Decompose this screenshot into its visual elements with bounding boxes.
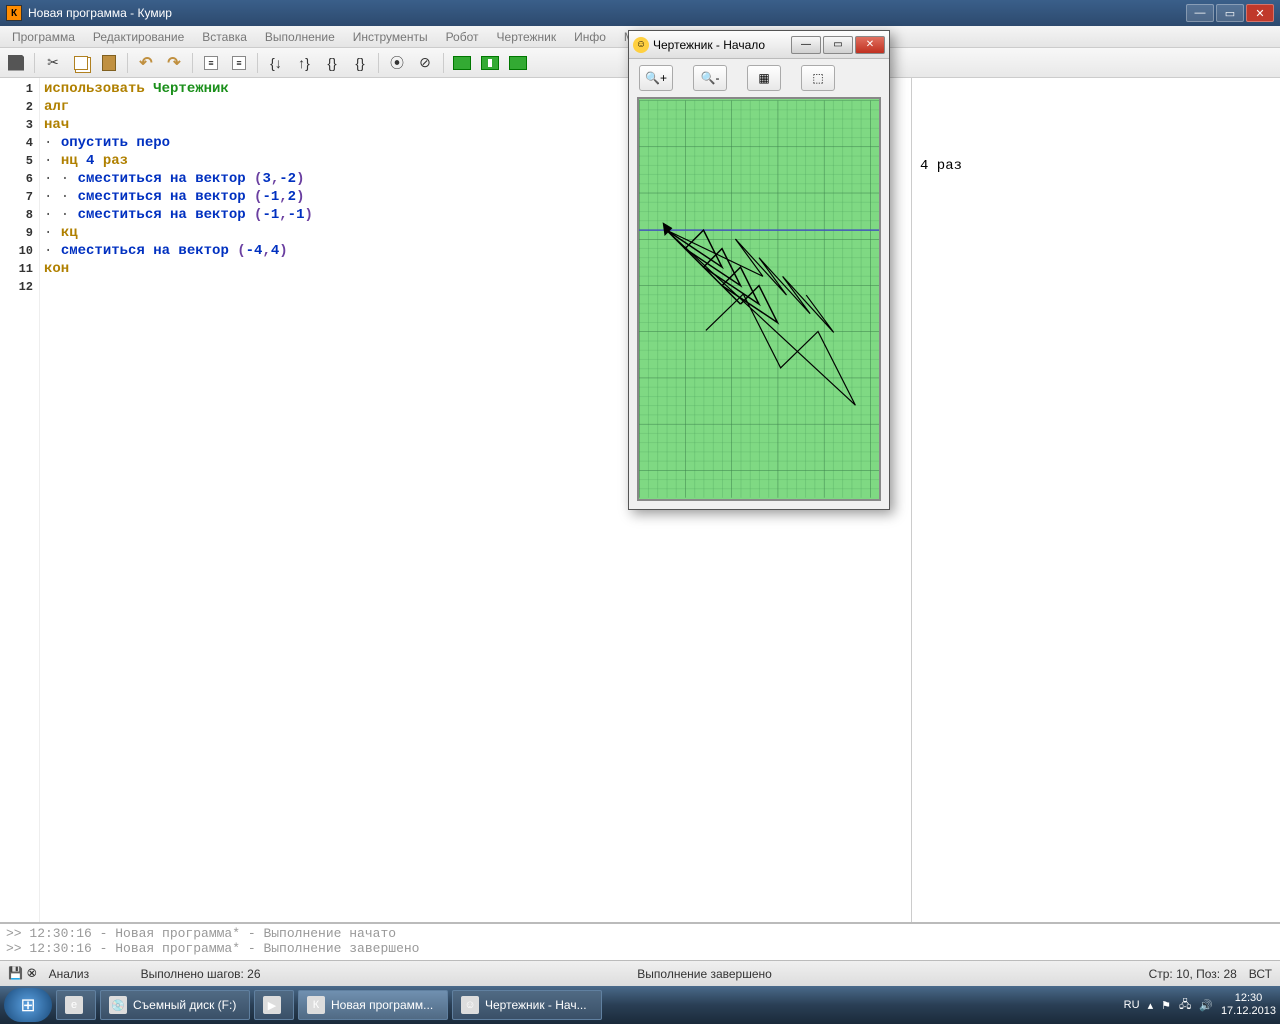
line-number: 3 (0, 116, 33, 134)
menu-чертежник[interactable]: Чертежник (489, 28, 565, 46)
drafter-titlebar[interactable]: ☺ Чертежник - Начало — ▭ ✕ (629, 31, 889, 59)
step-button[interactable] (478, 51, 502, 75)
status-analysis: Анализ (49, 967, 129, 981)
taskbar-item-icon: ▶ (263, 996, 281, 1014)
line-gutter: 123456789101112 (0, 78, 40, 922)
save-icon[interactable]: 💾 (8, 966, 23, 981)
taskbar-item[interactable]: ☺ Чертежник - Нач... (452, 990, 602, 1020)
zoom-out-button[interactable]: 🔍- (693, 65, 727, 91)
drafter-minimize-button[interactable]: — (791, 36, 821, 54)
taskbar-item-icon: К (307, 996, 325, 1014)
console-output: >> 12:30:16 - Новая программа* - Выполне… (0, 922, 1280, 960)
system-tray: RU ▴ ⚑ 🖧 🔊 12:30 17.12.2013 (1124, 992, 1276, 1018)
undo-button[interactable]: ↶ (134, 51, 158, 75)
close-button[interactable]: ✕ (1246, 4, 1274, 22)
console-line: >> 12:30:16 - Новая программа* - Выполне… (6, 926, 1274, 941)
status-ins: ВСТ (1249, 967, 1272, 981)
fit-button[interactable]: ⬚ (801, 65, 835, 91)
window-title: Новая программа - Кумир (28, 6, 1184, 20)
taskbar-item[interactable]: К Новая программ... (298, 990, 448, 1020)
taskbar-item[interactable]: 💿 Съемный диск (F:) (100, 990, 250, 1020)
taskbar-item-label: Чертежник - Нач... (485, 998, 587, 1012)
taskbar-item-label: Новая программ... (331, 998, 433, 1012)
copy-button[interactable] (69, 51, 93, 75)
drafter-canvas[interactable] (637, 97, 881, 501)
maximize-button[interactable]: ▭ (1216, 4, 1244, 22)
drafter-maximize-button[interactable]: ▭ (823, 36, 853, 54)
tool-button[interactable]: ⊘ (413, 51, 437, 75)
line-number: 8 (0, 206, 33, 224)
line-number: 6 (0, 170, 33, 188)
run2-button[interactable] (506, 51, 530, 75)
close-icon[interactable]: ⮿ (27, 966, 37, 981)
drafter-close-button[interactable]: ✕ (855, 36, 885, 54)
tool-button[interactable]: {↓ (264, 51, 288, 75)
drafter-toolbar: 🔍+ 🔍- ▦ ⬚ (629, 59, 889, 97)
taskbar-item-label: Съемный диск (F:) (133, 998, 236, 1012)
line-number: 10 (0, 242, 33, 260)
run-button[interactable] (450, 51, 474, 75)
start-button[interactable]: ⊞ (4, 988, 52, 1022)
drafter-window[interactable]: ☺ Чертежник - Начало — ▭ ✕ 🔍+ 🔍- ▦ ⬚ (628, 30, 890, 510)
redo-button[interactable]: ↷ (162, 51, 186, 75)
zoom-in-button[interactable]: 🔍+ (639, 65, 673, 91)
network-icon[interactable]: 🖧 (1179, 996, 1191, 1015)
line-number: 11 (0, 260, 33, 278)
menu-робот[interactable]: Робот (438, 28, 487, 46)
tool-button[interactable]: {} (348, 51, 372, 75)
menu-инструменты[interactable]: Инструменты (345, 28, 436, 46)
line-number: 12 (0, 278, 33, 296)
tool-button[interactable]: {} (320, 51, 344, 75)
volume-icon[interactable]: 🔊 (1199, 999, 1213, 1012)
menu-выполнение[interactable]: Выполнение (257, 28, 343, 46)
line-number: 4 (0, 134, 33, 152)
flag-icon[interactable]: ⚑ (1161, 999, 1171, 1012)
console-line: >> 12:30:16 - Новая программа* - Выполне… (6, 941, 1274, 956)
drafter-title: Чертежник - Начало (653, 38, 789, 52)
save-button[interactable] (4, 51, 28, 75)
status-pos: Стр: 10, Поз: 28 (1149, 967, 1237, 981)
line-number: 5 (0, 152, 33, 170)
status-done: Выполнение завершено (273, 967, 1137, 981)
menu-редактирование[interactable]: Редактирование (85, 28, 192, 46)
line-number: 1 (0, 80, 33, 98)
grid-button[interactable]: ▦ (747, 65, 781, 91)
side-text: 4 раз (920, 158, 962, 174)
statusbar: 💾 ⮿ Анализ Выполнено шагов: 26 Выполнени… (0, 960, 1280, 986)
side-panel: 4 раз (912, 78, 1280, 922)
taskbar-item-icon: e (65, 996, 83, 1014)
line-number: 7 (0, 188, 33, 206)
taskbar-item[interactable]: e (56, 990, 96, 1020)
tool-button[interactable]: ⦿ (385, 51, 409, 75)
taskbar-item-icon: 💿 (109, 996, 127, 1014)
drafter-app-icon: ☺ (633, 37, 649, 53)
menu-программа[interactable]: Программа (4, 28, 83, 46)
taskbar-item[interactable]: ▶ (254, 990, 294, 1020)
status-steps: Выполнено шагов: 26 (141, 967, 261, 981)
app-icon: К (6, 5, 22, 21)
taskbar-item-icon: ☺ (461, 996, 479, 1014)
menu-вставка[interactable]: Вставка (194, 28, 255, 46)
line-number: 2 (0, 98, 33, 116)
taskbar: ⊞ e 💿 Съемный диск (F:) ▶ К Новая программ...… (0, 986, 1280, 1024)
menu-инфо[interactable]: Инфо (566, 28, 614, 46)
clock[interactable]: 12:30 17.12.2013 (1221, 992, 1276, 1018)
tool-button[interactable]: ≡ (227, 51, 251, 75)
lang-indicator[interactable]: RU (1124, 999, 1140, 1011)
cut-button[interactable]: ✂ (41, 51, 65, 75)
paste-button[interactable] (97, 51, 121, 75)
window-titlebar: К Новая программа - Кумир — ▭ ✕ (0, 0, 1280, 26)
tool-button[interactable]: ≡ (199, 51, 223, 75)
tray-chevron-icon[interactable]: ▴ (1148, 999, 1154, 1012)
minimize-button[interactable]: — (1186, 4, 1214, 22)
tool-button[interactable]: ↑} (292, 51, 316, 75)
line-number: 9 (0, 224, 33, 242)
